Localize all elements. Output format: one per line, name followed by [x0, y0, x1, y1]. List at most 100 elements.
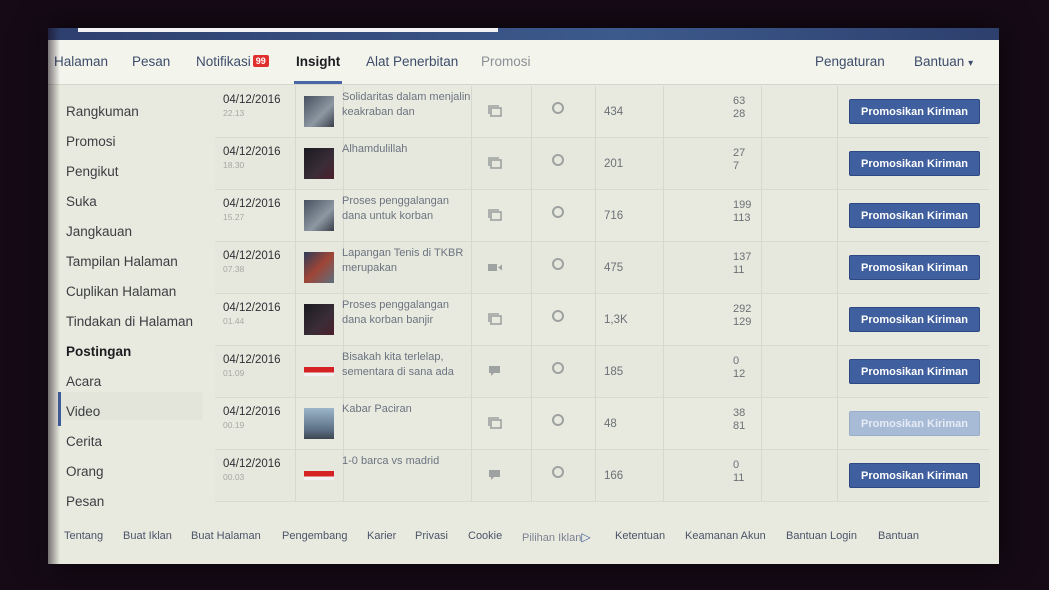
sidebar-item-pesan[interactable]: Pesan: [66, 494, 104, 509]
sidebar-item-orang[interactable]: Orang: [66, 464, 104, 479]
column-divider: [295, 138, 296, 189]
table-row[interactable]: 04/12/2016 01.44 Proses penggalangan dana …: [215, 294, 989, 346]
post-time: 18.30: [223, 160, 245, 170]
promote-post-button[interactable]: Promosikan Kiriman: [849, 99, 980, 124]
post-engagement-reactions: 81: [733, 420, 746, 432]
post-title[interactable]: Kabar Paciran: [342, 402, 472, 417]
post-thumbnail[interactable]: [304, 304, 334, 335]
footer-link-bantuan[interactable]: Bantuan: [878, 530, 919, 542]
nav-bantuan[interactable]: Bantuan ▾: [914, 54, 973, 69]
promote-post-button[interactable]: Promosikan Kiriman: [849, 151, 980, 176]
sidebar-item-postingan[interactable]: Postingan: [66, 344, 131, 359]
promote-post-button[interactable]: Promosikan Kiriman: [849, 463, 980, 488]
nav-notifikasi-label: Notifikasi: [196, 54, 251, 69]
post-thumbnail[interactable]: [304, 252, 334, 283]
column-divider: [761, 138, 762, 189]
post-engagement-reactions: 11: [733, 472, 745, 484]
post-reach: 48: [604, 418, 617, 430]
table-row[interactable]: 04/12/2016 00.19 Kabar Paciran 48 38 81 Promos…: [215, 398, 989, 450]
album-icon: [488, 208, 502, 221]
table-row[interactable]: 04/12/2016 18.30 Alhamdulillah 201 27 7 Promos…: [215, 138, 989, 190]
footer-link-keamanan-akun[interactable]: Keamanan Akun: [685, 530, 766, 542]
footer-link-buat-iklan[interactable]: Buat Iklan: [123, 530, 172, 542]
post-reach: 716: [604, 210, 624, 222]
nav-alat-penerbitan[interactable]: Alat Penerbitan: [366, 54, 458, 69]
table-row[interactable]: 04/12/2016 15.27 Proses penggalangan dana …: [215, 190, 989, 242]
column-divider: [837, 86, 838, 137]
nav-insight[interactable]: Insight: [296, 54, 340, 69]
post-thumbnail[interactable]: [304, 148, 334, 179]
sidebar-item-suka[interactable]: Suka: [66, 194, 97, 209]
post-engagement: 27 7: [733, 147, 745, 173]
post-title[interactable]: Lapangan Tenis di TKBR merupakan: [342, 246, 472, 276]
table-row[interactable]: 04/12/2016 00.03 1-0 barca vs madrid 166 0 11…: [215, 450, 989, 502]
sidebar-item-rangkuman[interactable]: Rangkuman: [66, 104, 139, 119]
post-title[interactable]: Bisakah kita terlelap, sementara di sana…: [342, 350, 472, 380]
adchoices-icon: ▷: [581, 530, 591, 544]
promote-post-button[interactable]: Promosikan Kiriman: [849, 255, 980, 280]
footer-link-ketentuan[interactable]: Ketentuan: [615, 530, 665, 542]
sidebar-item-pengikut[interactable]: Pengikut: [66, 164, 119, 179]
post-title[interactable]: Proses penggalangan dana untuk korban: [342, 194, 472, 224]
table-row[interactable]: 04/12/2016 22.13 Solidaritas dalam menjali…: [215, 86, 989, 138]
search-bar-edge[interactable]: [78, 28, 498, 32]
nav-promosi[interactable]: Promosi: [481, 54, 531, 69]
column-divider: [663, 346, 664, 397]
post-reach: 1,3K: [604, 314, 628, 326]
footer-link-cookie[interactable]: Cookie: [468, 530, 502, 542]
table-row[interactable]: 04/12/2016 01.09 Bisakah kita terlelap, se…: [215, 346, 989, 398]
column-divider: [531, 398, 532, 449]
footer-link-pengembang[interactable]: Pengembang: [282, 530, 347, 542]
column-divider: [595, 450, 596, 501]
sidebar-item-promosi[interactable]: Promosi: [66, 134, 116, 149]
sidebar-item-acara[interactable]: Acara: [66, 374, 101, 389]
table-row[interactable]: 04/12/2016 07.38 Lapangan Tenis di TKBR me…: [215, 242, 989, 294]
sidebar-item-cuplikan-halaman[interactable]: Cuplikan Halaman: [66, 284, 176, 299]
notification-badge: 99: [252, 55, 269, 67]
column-divider: [295, 398, 296, 449]
footer-link-bantuan-login[interactable]: Bantuan Login: [786, 530, 857, 542]
nav-pengaturan[interactable]: Pengaturan: [815, 54, 885, 69]
post-engagement-reactions: 7: [733, 160, 740, 172]
nav-notifikasi[interactable]: Notifikasi 99: [196, 54, 269, 69]
post-thumbnail[interactable]: [304, 471, 334, 480]
column-divider: [761, 398, 762, 449]
post-thumbnail[interactable]: [304, 96, 334, 127]
post-engagement: 0 12: [733, 355, 745, 381]
nav-pesan[interactable]: Pesan: [132, 54, 170, 69]
promote-post-button[interactable]: Promosikan Kiriman: [849, 411, 980, 436]
post-engagement-reactions: 11: [733, 264, 745, 276]
sidebar-item-cerita[interactable]: Cerita: [66, 434, 102, 449]
footer-link-pilihan-iklan[interactable]: Pilihan Iklan▷: [522, 530, 591, 544]
column-divider: [837, 242, 838, 293]
footer-link-karier[interactable]: Karier: [367, 530, 396, 542]
post-title[interactable]: Proses penggalangan dana korban banjir: [342, 298, 472, 328]
footer-link-tentang[interactable]: Tentang: [64, 530, 103, 542]
column-divider: [595, 294, 596, 345]
column-divider: [663, 190, 664, 241]
post-title[interactable]: Alhamdulillah: [342, 142, 472, 157]
sidebar-item-tampilan-halaman[interactable]: Tampilan Halaman: [66, 254, 178, 269]
promote-post-button[interactable]: Promosikan Kiriman: [849, 307, 980, 332]
footer-link-buat-halaman[interactable]: Buat Halaman: [191, 530, 261, 542]
promote-post-button[interactable]: Promosikan Kiriman: [849, 359, 980, 384]
post-title[interactable]: 1-0 barca vs madrid: [342, 454, 472, 469]
post-thumbnail[interactable]: [304, 408, 334, 439]
chevron-down-icon: ▾: [968, 58, 974, 69]
footer-link-privasi[interactable]: Privasi: [415, 530, 448, 542]
column-divider: [295, 242, 296, 293]
post-engagement-reactions: 113: [733, 212, 751, 224]
post-thumbnail[interactable]: [304, 200, 334, 231]
nav-halaman[interactable]: Halaman: [54, 54, 108, 69]
sidebar-item-tindakan-di-halaman[interactable]: Tindakan di Halaman: [66, 314, 193, 329]
post-engagement: 292 129: [733, 303, 751, 329]
globe-icon: [552, 466, 564, 478]
sidebar-item-video[interactable]: Video: [66, 404, 100, 419]
column-divider: [663, 138, 664, 189]
column-divider: [295, 294, 296, 345]
promote-post-button[interactable]: Promosikan Kiriman: [849, 203, 980, 228]
post-thumbnail[interactable]: [304, 367, 334, 376]
post-title[interactable]: Solidaritas dalam menjalin keakraban dan: [342, 90, 472, 120]
post-date: 04/12/2016: [223, 354, 281, 366]
sidebar-item-jangkauan[interactable]: Jangkauan: [66, 224, 132, 239]
